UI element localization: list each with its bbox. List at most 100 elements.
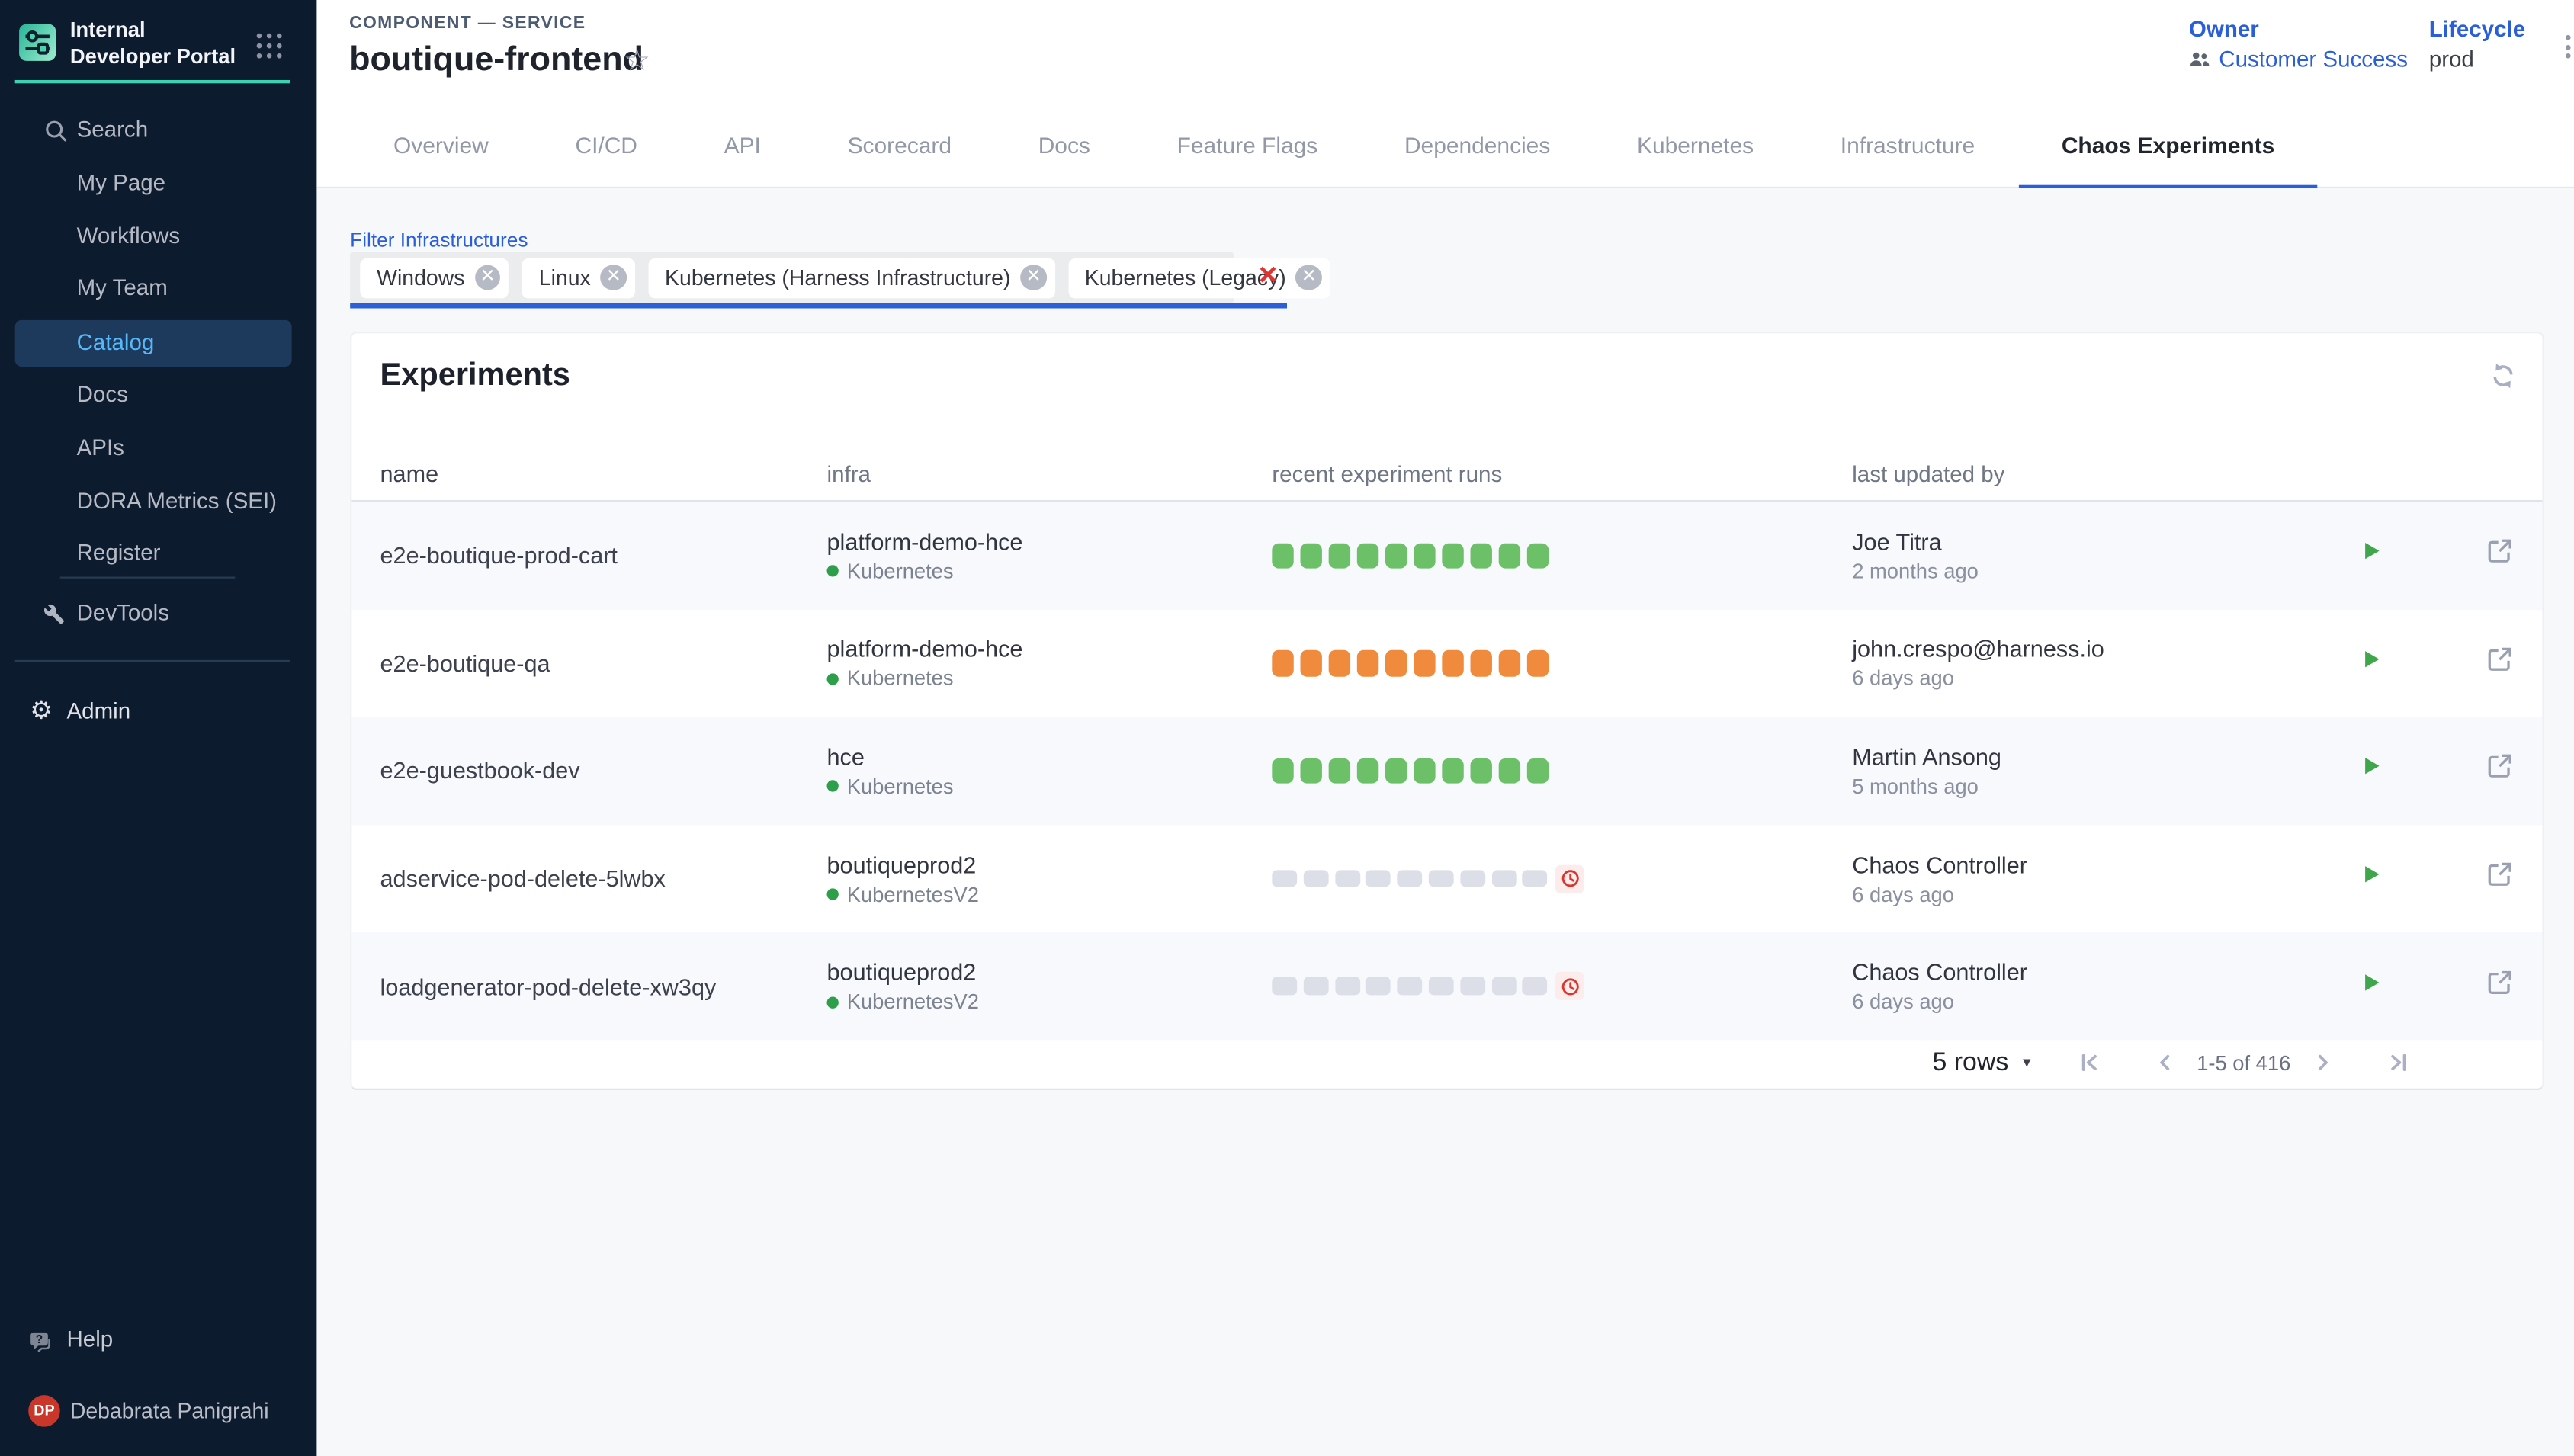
run-status-square bbox=[1300, 650, 1322, 676]
table-row[interactable]: adservice-pod-delete-5lwbx boutiqueprod2… bbox=[351, 825, 2542, 932]
last-page-button[interactable] bbox=[2386, 1051, 2411, 1076]
sidebar-item-workflows[interactable]: Workflows bbox=[15, 213, 292, 261]
sidebar-item-my-team[interactable]: My Team bbox=[15, 265, 292, 313]
open-experiment-button[interactable] bbox=[2486, 860, 2514, 896]
experiment-name: adservice-pod-delete-5lwbx bbox=[380, 865, 827, 892]
updated-by: Chaos Controller bbox=[1852, 959, 2335, 986]
tab-infrastructure[interactable]: Infrastructure bbox=[1797, 106, 2018, 188]
owner-block: Owner Customer Success bbox=[2189, 17, 2408, 72]
favorite-star-icon[interactable]: ☆ bbox=[624, 43, 650, 77]
recent-runs-strip bbox=[1272, 972, 1852, 1000]
sidebar-item-admin[interactable]: ⚙ Admin bbox=[15, 688, 292, 736]
tab-kubernetes[interactable]: Kubernetes bbox=[1594, 106, 1797, 188]
sidebar-item-catalog[interactable]: Catalog bbox=[15, 319, 292, 367]
run-status-square bbox=[1357, 758, 1379, 784]
column-infra: infra bbox=[827, 462, 1273, 487]
owner-link[interactable]: Customer Success bbox=[2219, 47, 2408, 72]
experiment-name: e2e-boutique-qa bbox=[380, 649, 827, 676]
tab-feature-flags[interactable]: Feature Flags bbox=[1134, 106, 1361, 188]
apps-grid-icon[interactable] bbox=[257, 34, 281, 58]
run-status-square bbox=[1414, 650, 1436, 676]
table-header: name infra recent experiment runs last u… bbox=[351, 448, 2542, 502]
experiment-name: loadgenerator-pod-delete-xw3qy bbox=[380, 973, 827, 999]
sidebar-item-register[interactable]: Register bbox=[15, 531, 292, 579]
search-icon bbox=[43, 119, 69, 144]
filter-chip: Linux ✕ bbox=[522, 258, 635, 297]
open-experiment-button[interactable] bbox=[2486, 537, 2514, 574]
column-last-updated: last updated by bbox=[1852, 462, 2335, 487]
refresh-icon[interactable] bbox=[2487, 360, 2519, 392]
sidebar-item-dora-metrics[interactable]: DORA Metrics (SEI) bbox=[15, 478, 292, 526]
table-row[interactable]: e2e-boutique-qa platform-demo-hce Kubern… bbox=[351, 609, 2542, 717]
open-experiment-button[interactable] bbox=[2486, 968, 2514, 1005]
run-experiment-button[interactable] bbox=[2359, 862, 2384, 896]
infra-status-dot bbox=[827, 781, 839, 792]
user-menu[interactable]: DP Debabrata Panigrahi bbox=[15, 1393, 309, 1433]
first-page-button[interactable] bbox=[2077, 1051, 2102, 1076]
column-recent-runs: recent experiment runs bbox=[1272, 462, 1852, 487]
clear-filters-icon[interactable]: × bbox=[1259, 259, 1277, 296]
updated-time: 5 months ago bbox=[1852, 775, 2335, 799]
recent-runs-strip bbox=[1272, 650, 1852, 676]
sidebar-item-label: Search bbox=[77, 117, 149, 143]
tab-api[interactable]: API bbox=[681, 106, 804, 188]
open-experiment-button[interactable] bbox=[2486, 645, 2514, 681]
run-status-square bbox=[1442, 758, 1464, 784]
run-status-square bbox=[1414, 543, 1436, 569]
help-chat-icon: ? bbox=[27, 1326, 55, 1373]
tab-cicd[interactable]: CI/CD bbox=[532, 106, 681, 188]
help-button[interactable]: ? Help bbox=[15, 1316, 292, 1363]
run-experiment-button[interactable] bbox=[2359, 646, 2384, 680]
sidebar-item-search[interactable]: Search bbox=[15, 107, 292, 156]
run-status-square bbox=[1300, 758, 1322, 784]
chip-remove-icon[interactable]: ✕ bbox=[475, 265, 501, 290]
tab-content: Filter Infrastructures Windows ✕ Linux ✕… bbox=[316, 189, 2574, 1456]
sidebar-item-my-page[interactable]: My Page bbox=[15, 160, 292, 208]
next-page-button[interactable] bbox=[2311, 1051, 2336, 1076]
tab-chaos-experiments[interactable]: Chaos Experiments bbox=[2018, 106, 2318, 188]
wrench-icon bbox=[43, 604, 65, 625]
open-experiment-button[interactable] bbox=[2486, 752, 2514, 789]
run-status-square bbox=[1460, 977, 1485, 995]
infrastructure-filter-input[interactable]: Windows ✕ Linux ✕ Kubernetes (Harness In… bbox=[350, 252, 1234, 303]
kebab-menu-icon[interactable] bbox=[2561, 30, 2574, 63]
chip-remove-icon[interactable]: ✕ bbox=[601, 265, 627, 290]
chip-remove-icon[interactable]: ✕ bbox=[1296, 265, 1322, 290]
infra-name: boutiqueprod2 bbox=[827, 851, 1273, 877]
tab-dependencies[interactable]: Dependencies bbox=[1361, 106, 1594, 188]
sidebar-divider bbox=[15, 660, 290, 662]
run-status-square bbox=[1470, 650, 1492, 676]
table-row[interactable]: loadgenerator-pod-delete-xw3qy boutiquep… bbox=[351, 932, 2542, 1040]
recent-runs-strip bbox=[1272, 758, 1852, 784]
run-status-square bbox=[1329, 650, 1351, 676]
run-status-square bbox=[1385, 758, 1407, 784]
run-status-square bbox=[1414, 758, 1436, 784]
rows-per-page-select[interactable]: 5 rows ▼ bbox=[1932, 1048, 2033, 1078]
table-row[interactable]: e2e-boutique-prod-cart platform-demo-hce… bbox=[351, 502, 2542, 609]
lifecycle-block: Lifecycle prod bbox=[2429, 17, 2525, 72]
run-status-square bbox=[1460, 870, 1485, 887]
infra-name: platform-demo-hce bbox=[827, 636, 1273, 662]
run-experiment-button[interactable] bbox=[2359, 754, 2384, 787]
run-status-square bbox=[1303, 977, 1328, 995]
entity-header: COMPONENT — SERVICE boutique-frontend ☆ … bbox=[316, 0, 2574, 106]
run-status-square bbox=[1303, 870, 1328, 887]
run-status-square bbox=[1300, 543, 1322, 569]
sidebar-item-apis[interactable]: APIs bbox=[15, 425, 292, 473]
run-experiment-button[interactable] bbox=[2359, 539, 2384, 572]
tab-overview[interactable]: Overview bbox=[350, 106, 531, 188]
chip-remove-icon[interactable]: ✕ bbox=[1021, 265, 1047, 290]
tab-scorecard[interactable]: Scorecard bbox=[804, 106, 995, 188]
run-status-square bbox=[1527, 543, 1549, 569]
filter-chip: Windows ✕ bbox=[360, 258, 509, 297]
infra-name: platform-demo-hce bbox=[827, 528, 1273, 555]
sidebar-item-devtools[interactable]: DevTools bbox=[15, 591, 292, 639]
lifecycle-value: prod bbox=[2429, 47, 2525, 72]
sidebar-item-docs[interactable]: Docs bbox=[15, 372, 292, 420]
run-experiment-button[interactable] bbox=[2359, 970, 2384, 1003]
brand-logo-icon bbox=[18, 24, 56, 70]
previous-page-button[interactable] bbox=[2152, 1051, 2177, 1076]
table-row[interactable]: e2e-guestbook-dev hce Kubernetes Martin … bbox=[351, 717, 2542, 825]
tab-docs[interactable]: Docs bbox=[995, 106, 1134, 188]
updated-time: 2 months ago bbox=[1852, 560, 2335, 583]
